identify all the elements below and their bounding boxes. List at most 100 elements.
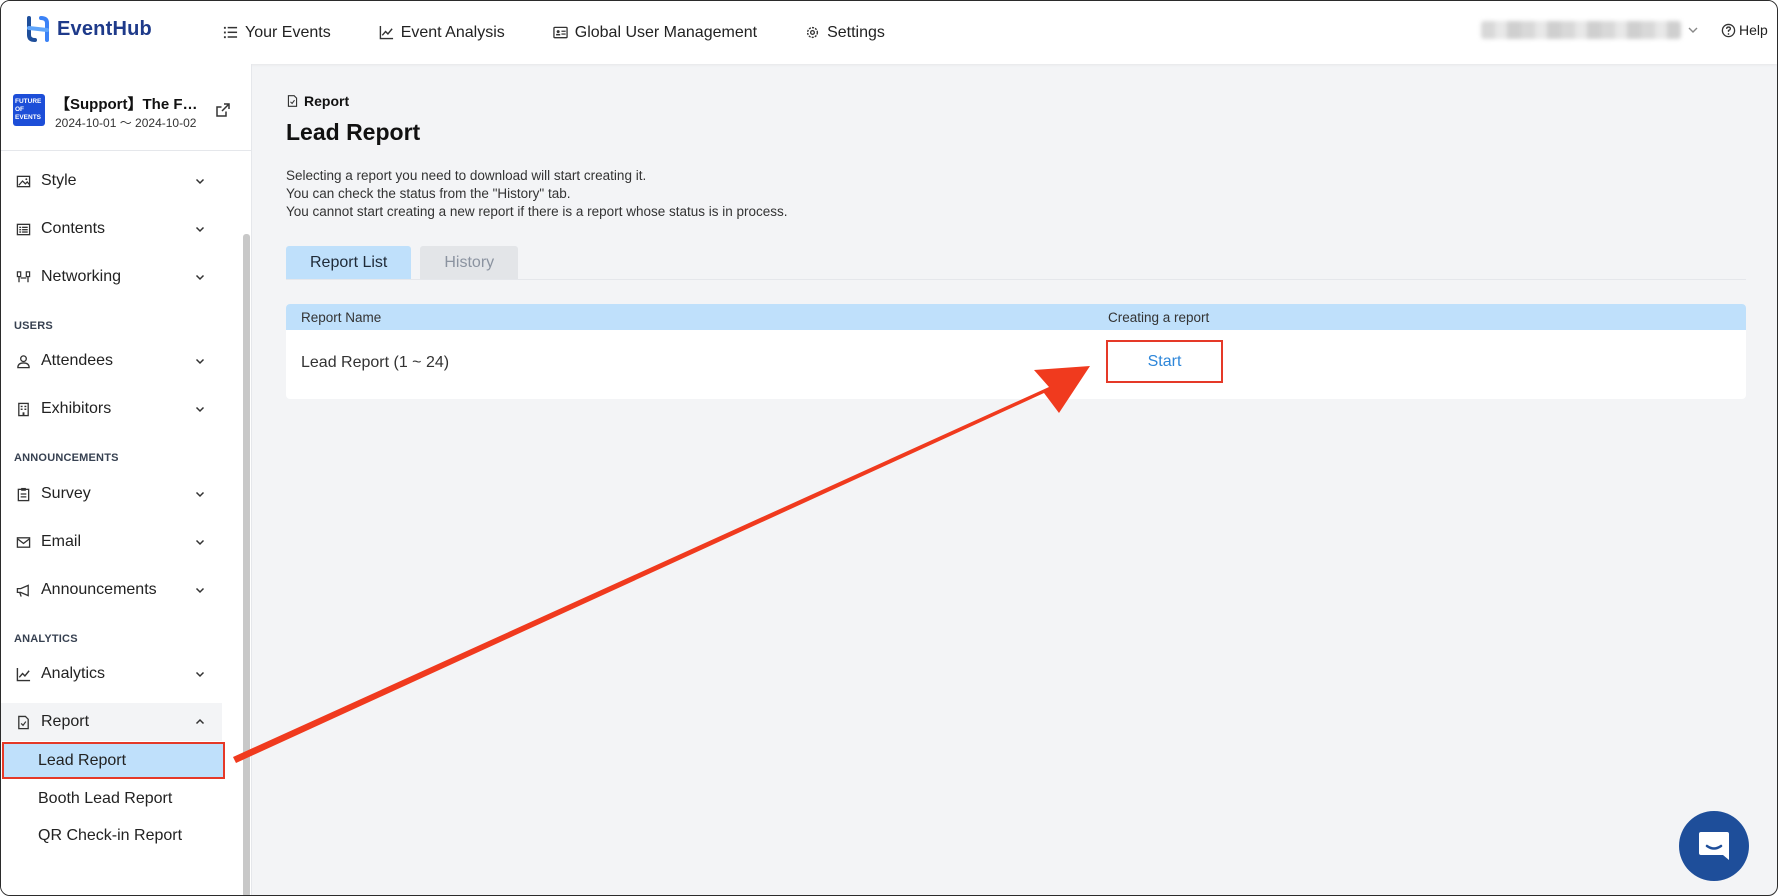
person-icon	[17, 354, 30, 368]
description-line: You can check the status from the "Histo…	[286, 186, 571, 201]
annotation-arrow	[233, 366, 1090, 763]
thumb-text: FUTURE OF EVENTS	[15, 98, 42, 121]
id-card-icon	[553, 26, 568, 39]
sidebar-item-label: Contents	[41, 220, 106, 237]
event-header: FUTURE OF EVENTS 【Support】The F… 2024-10…	[13, 94, 253, 139]
sidebar-item-label: Attendees	[41, 352, 114, 369]
sidebar-item-exhibitors[interactable]: Exhibitors	[1, 390, 222, 428]
sidebar-subitem-booth-lead-report[interactable]: Booth Lead Report	[2, 780, 225, 817]
event-thumbnail: FUTURE OF EVENTS	[13, 94, 45, 126]
user-name-blurred[interactable]	[1481, 21, 1681, 39]
chevron-up-icon	[195, 718, 205, 725]
table-header: Report Name Creating a report	[286, 304, 1746, 330]
event-dates: 2024-10-01 ～ 2024-10-02	[55, 116, 197, 130]
tab-history[interactable]: History	[420, 246, 519, 279]
megaphone-icon	[16, 583, 29, 597]
sidebar-subitem-qr-checkin-report[interactable]: QR Check-in Report	[2, 817, 225, 854]
building-icon	[18, 402, 29, 416]
sidebar-item-analytics[interactable]: Analytics	[1, 655, 222, 693]
column-header-report-name: Report Name	[301, 309, 382, 325]
main-nav: Your Events Event Analysis Global User M…	[223, 1, 885, 64]
sidebar-scrollbar[interactable]	[243, 234, 250, 895]
sidebar-subitem-lead-report[interactable]: Lead Report	[2, 742, 225, 779]
nav-label: Settings	[827, 23, 885, 41]
nav-label: Global User Management	[574, 23, 758, 41]
sidebar-item-label: Report	[41, 713, 90, 730]
sidebar-item-email[interactable]: Email	[1, 523, 222, 561]
chevron-down-icon	[195, 587, 205, 594]
chevron-down-icon	[195, 274, 205, 281]
clipboard-icon	[17, 487, 30, 501]
sidebar-item-label: Announcements	[41, 581, 157, 598]
document-icon	[287, 95, 298, 107]
report-tabs: Report List History	[286, 246, 519, 279]
report-table: Report Name Creating a report Lead Repor…	[286, 304, 1746, 399]
sidebar-item-label: Networking	[41, 268, 122, 285]
chevron-down-icon	[195, 491, 205, 498]
mail-icon	[16, 536, 31, 548]
top-navbar: EventHub Your Events Event Analysis Glob…	[1, 1, 1777, 64]
sidebar-item-label: Exhibitors	[41, 400, 112, 417]
chart-icon	[379, 25, 393, 40]
external-link-icon[interactable]	[215, 102, 231, 118]
nav-event-analysis[interactable]: Event Analysis	[379, 24, 505, 42]
question-circle-icon	[1721, 23, 1736, 37]
chevron-down-icon	[195, 671, 205, 678]
page-title: Lead Report	[286, 119, 421, 145]
sidebar-subitem-label: Lead Report	[38, 751, 127, 769]
sidebar-item-report[interactable]: Report	[1, 703, 222, 741]
report-name-cell: Lead Report (1 ~ 24)	[301, 354, 450, 371]
tab-report-list[interactable]: Report List	[286, 246, 412, 279]
table-row: Lead Report (1 ~ 24) Start	[286, 330, 1746, 399]
sidebar-subitem-label: QR Check-in Report	[38, 826, 183, 844]
sidebar-item-label: Survey	[41, 485, 91, 502]
breadcrumb-label: Report	[304, 93, 350, 109]
start-button[interactable]: Start	[1106, 340, 1223, 383]
page-description: Selecting a report you need to download …	[286, 167, 788, 221]
chart-icon	[16, 667, 31, 681]
list-box-icon	[16, 223, 31, 235]
tabs-underline	[286, 279, 1746, 280]
section-label-analytics: ANALYTICS	[14, 633, 78, 645]
chevron-down-icon[interactable]	[1687, 24, 1699, 36]
nav-settings[interactable]: Settings	[805, 24, 885, 42]
help-label: Help	[1739, 22, 1768, 38]
section-label-announcements: ANNOUNCEMENTS	[14, 452, 119, 464]
sidebar-item-networking[interactable]: Networking	[1, 258, 222, 296]
chevron-down-icon	[195, 226, 205, 233]
list-icon	[223, 26, 238, 39]
chat-widget-button[interactable]	[1679, 811, 1749, 881]
app-window: EventHub Your Events Event Analysis Glob…	[0, 0, 1778, 896]
nav-global-user-management[interactable]: Global User Management	[553, 24, 757, 42]
event-title: 【Support】The F…	[55, 96, 198, 113]
help-link[interactable]: Help	[1721, 22, 1768, 38]
eventhub-logo-icon	[27, 16, 49, 42]
section-label-users: USERS	[14, 320, 53, 332]
description-line: You cannot start creating a new report i…	[286, 204, 788, 219]
nav-your-events[interactable]: Your Events	[223, 24, 331, 42]
column-header-creating-report: Creating a report	[1108, 309, 1210, 325]
nav-label: Event Analysis	[400, 23, 505, 41]
app-logo[interactable]: EventHub	[25, 15, 152, 43]
breadcrumb: Report	[286, 93, 349, 109]
sidebar-item-survey[interactable]: Survey	[1, 475, 222, 513]
nav-label: Your Events	[245, 23, 331, 41]
image-icon	[16, 175, 31, 187]
app-name: EventHub	[57, 17, 152, 40]
description-line: Selecting a report you need to download …	[286, 168, 647, 183]
network-icon	[16, 270, 31, 282]
chevron-down-icon	[195, 358, 205, 365]
sidebar-item-contents[interactable]: Contents	[1, 210, 222, 248]
chevron-down-icon	[195, 178, 205, 185]
chat-bubble-icon	[1699, 832, 1729, 860]
gear-icon	[806, 26, 819, 39]
sidebar-item-label: Style	[41, 172, 77, 189]
document-icon	[18, 715, 29, 729]
sidebar-item-attendees[interactable]: Attendees	[1, 342, 222, 380]
sidebar-item-label: Email	[41, 533, 82, 550]
sidebar-subitem-label: Booth Lead Report	[38, 789, 173, 807]
sidebar-item-label: Analytics	[41, 665, 106, 682]
sidebar-item-announcements[interactable]: Announcements	[1, 571, 222, 609]
sidebar-item-style[interactable]: Style	[1, 162, 222, 200]
chevron-down-icon	[195, 406, 205, 413]
